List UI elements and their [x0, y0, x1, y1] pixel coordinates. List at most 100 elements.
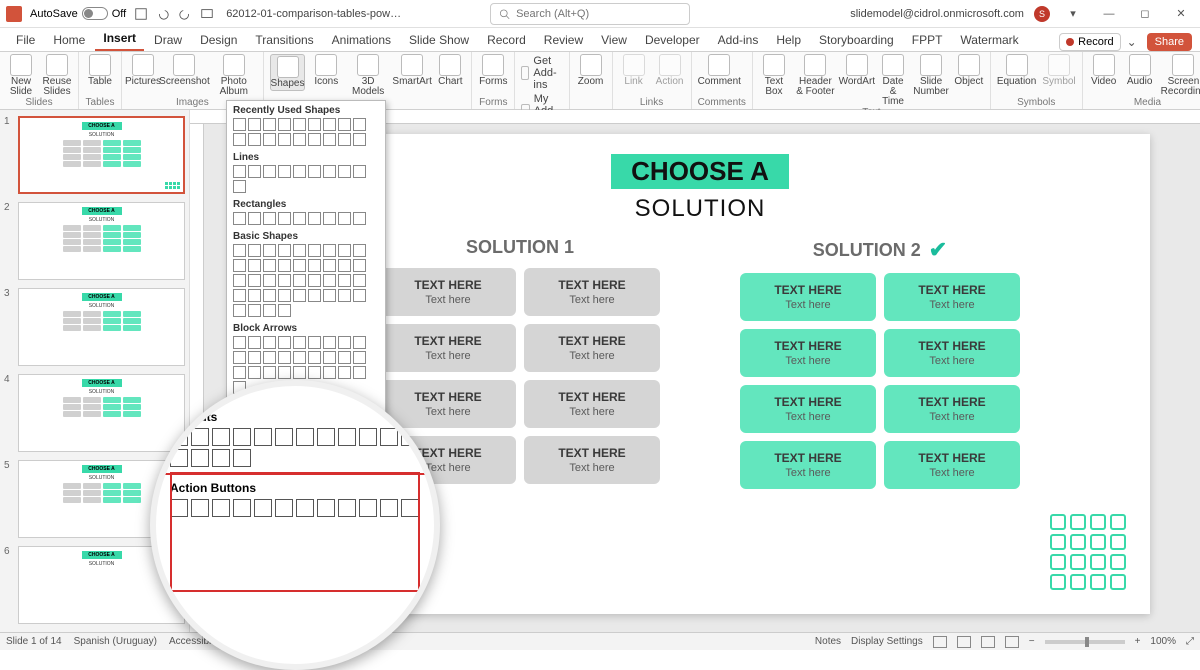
shape-glyph[interactable] [263, 274, 276, 287]
photo-album-button[interactable]: Photo Album [211, 54, 257, 97]
tab-transitions[interactable]: Transitions [247, 29, 321, 51]
shape-glyph[interactable] [293, 289, 306, 302]
fit-slide-icon[interactable]: ⤢ [1186, 636, 1194, 647]
table-cell[interactable]: TEXT HEREText here [740, 385, 876, 433]
tab-addins[interactable]: Add-ins [710, 29, 767, 51]
ribbon-options-icon[interactable]: ▾ [1060, 4, 1086, 24]
shape-glyph[interactable] [263, 336, 276, 349]
redo-icon[interactable] [178, 7, 192, 21]
shape-glyph[interactable] [278, 274, 291, 287]
status-slide-pos[interactable]: Slide 1 of 14 [6, 636, 62, 647]
shape-glyph[interactable] [308, 244, 321, 257]
table-cell[interactable]: TEXT HEREText here [884, 329, 1020, 377]
shape-glyph[interactable] [353, 274, 366, 287]
shape-glyph[interactable] [233, 212, 246, 225]
tab-review[interactable]: Review [536, 29, 591, 51]
shape-glyph[interactable] [308, 212, 321, 225]
shape-glyph[interactable] [278, 351, 291, 364]
comment-button[interactable]: Comment [698, 54, 741, 87]
object-button[interactable]: Object [954, 54, 984, 87]
shape-glyph[interactable] [212, 499, 230, 517]
action-button[interactable]: Action [655, 54, 685, 87]
audio-button[interactable]: Audio [1125, 54, 1155, 87]
zoom-button[interactable]: Zoom [576, 54, 606, 87]
shape-glyph[interactable] [254, 428, 272, 446]
datetime-button[interactable]: Date & Time [878, 54, 908, 107]
shape-glyph[interactable] [323, 289, 336, 302]
shape-glyph[interactable] [248, 118, 261, 131]
shape-glyph[interactable] [233, 304, 246, 317]
tab-animations[interactable]: Animations [324, 29, 399, 51]
undo-icon[interactable] [156, 7, 170, 21]
shape-glyph[interactable] [275, 499, 293, 517]
shape-glyph[interactable] [293, 118, 306, 131]
shape-glyph[interactable] [353, 351, 366, 364]
search-input[interactable] [516, 8, 681, 20]
shape-glyph[interactable] [233, 289, 246, 302]
shapes-button[interactable]: Shapes [270, 54, 306, 91]
toggle-switch-icon[interactable] [82, 7, 108, 20]
table-cell[interactable]: TEXT HEREText here [380, 324, 516, 372]
shape-glyph[interactable] [338, 289, 351, 302]
shape-glyph[interactable] [248, 274, 261, 287]
zoom-out-icon[interactable]: − [1029, 636, 1035, 647]
slide-subtitle[interactable]: SOLUTION [290, 195, 1110, 223]
table-cell[interactable]: TEXT HEREText here [884, 441, 1020, 489]
tab-file[interactable]: File [8, 29, 43, 51]
shape-glyph[interactable] [353, 289, 366, 302]
shape-glyph[interactable] [401, 499, 419, 517]
shape-glyph[interactable] [263, 212, 276, 225]
shape-glyph[interactable] [278, 212, 291, 225]
shape-glyph[interactable] [338, 274, 351, 287]
maximize-icon[interactable]: ◻ [1132, 4, 1158, 24]
shape-glyph[interactable] [323, 165, 336, 178]
shape-glyph[interactable] [353, 133, 366, 146]
tab-record[interactable]: Record [479, 29, 534, 51]
shape-glyph[interactable] [212, 428, 230, 446]
shape-glyph[interactable] [263, 165, 276, 178]
icons-button[interactable]: Icons [311, 54, 341, 87]
3d-models-button[interactable]: 3D Models [347, 54, 389, 97]
table-cell[interactable]: TEXT HEREText here [524, 324, 660, 372]
shape-glyph[interactable] [338, 244, 351, 257]
tab-view[interactable]: View [593, 29, 635, 51]
shape-glyph[interactable] [278, 336, 291, 349]
shape-glyph[interactable] [293, 165, 306, 178]
thumb-3[interactable]: CHOOSE ASOLUTION [18, 288, 185, 366]
slideshow-icon[interactable] [200, 7, 214, 21]
smartart-button[interactable]: SmartArt [395, 54, 429, 87]
display-settings-button[interactable]: Display Settings [851, 636, 923, 647]
shape-glyph[interactable] [338, 133, 351, 146]
reuse-slides-button[interactable]: Reuse Slides [42, 54, 72, 97]
shape-glyph[interactable] [263, 244, 276, 257]
shape-glyph[interactable] [191, 428, 209, 446]
shape-glyph[interactable] [233, 274, 246, 287]
header-footer-button[interactable]: Header & Footer [795, 54, 836, 97]
shape-glyph[interactable] [233, 336, 246, 349]
shape-glyph[interactable] [323, 212, 336, 225]
shape-glyph[interactable] [233, 133, 246, 146]
slide-title[interactable]: CHOOSE A [290, 154, 1110, 189]
shape-glyph[interactable] [308, 336, 321, 349]
shape-glyph[interactable] [353, 212, 366, 225]
table-cell[interactable]: TEXT HEREText here [524, 436, 660, 484]
shape-glyph[interactable] [293, 336, 306, 349]
shape-glyph[interactable] [191, 499, 209, 517]
autosave-toggle[interactable]: AutoSave Off [30, 7, 126, 20]
get-addins-button[interactable]: Get Add-ins [521, 54, 562, 92]
shape-glyph[interactable] [323, 366, 336, 379]
wordart-button[interactable]: WordArt [842, 54, 872, 87]
shape-glyph[interactable] [317, 428, 335, 446]
shape-glyph[interactable] [233, 244, 246, 257]
normal-view-icon[interactable] [933, 636, 947, 648]
shape-glyph[interactable] [248, 304, 261, 317]
tab-insert[interactable]: Insert [95, 27, 144, 51]
shape-glyph[interactable] [380, 428, 398, 446]
shape-glyph[interactable] [359, 428, 377, 446]
minimize-icon[interactable]: — [1096, 4, 1122, 24]
shape-glyph[interactable] [308, 259, 321, 272]
shape-glyph[interactable] [323, 133, 336, 146]
shape-glyph[interactable] [233, 351, 246, 364]
col2-heading[interactable]: SOLUTION 2✔ [740, 237, 1020, 263]
shape-glyph[interactable] [308, 274, 321, 287]
